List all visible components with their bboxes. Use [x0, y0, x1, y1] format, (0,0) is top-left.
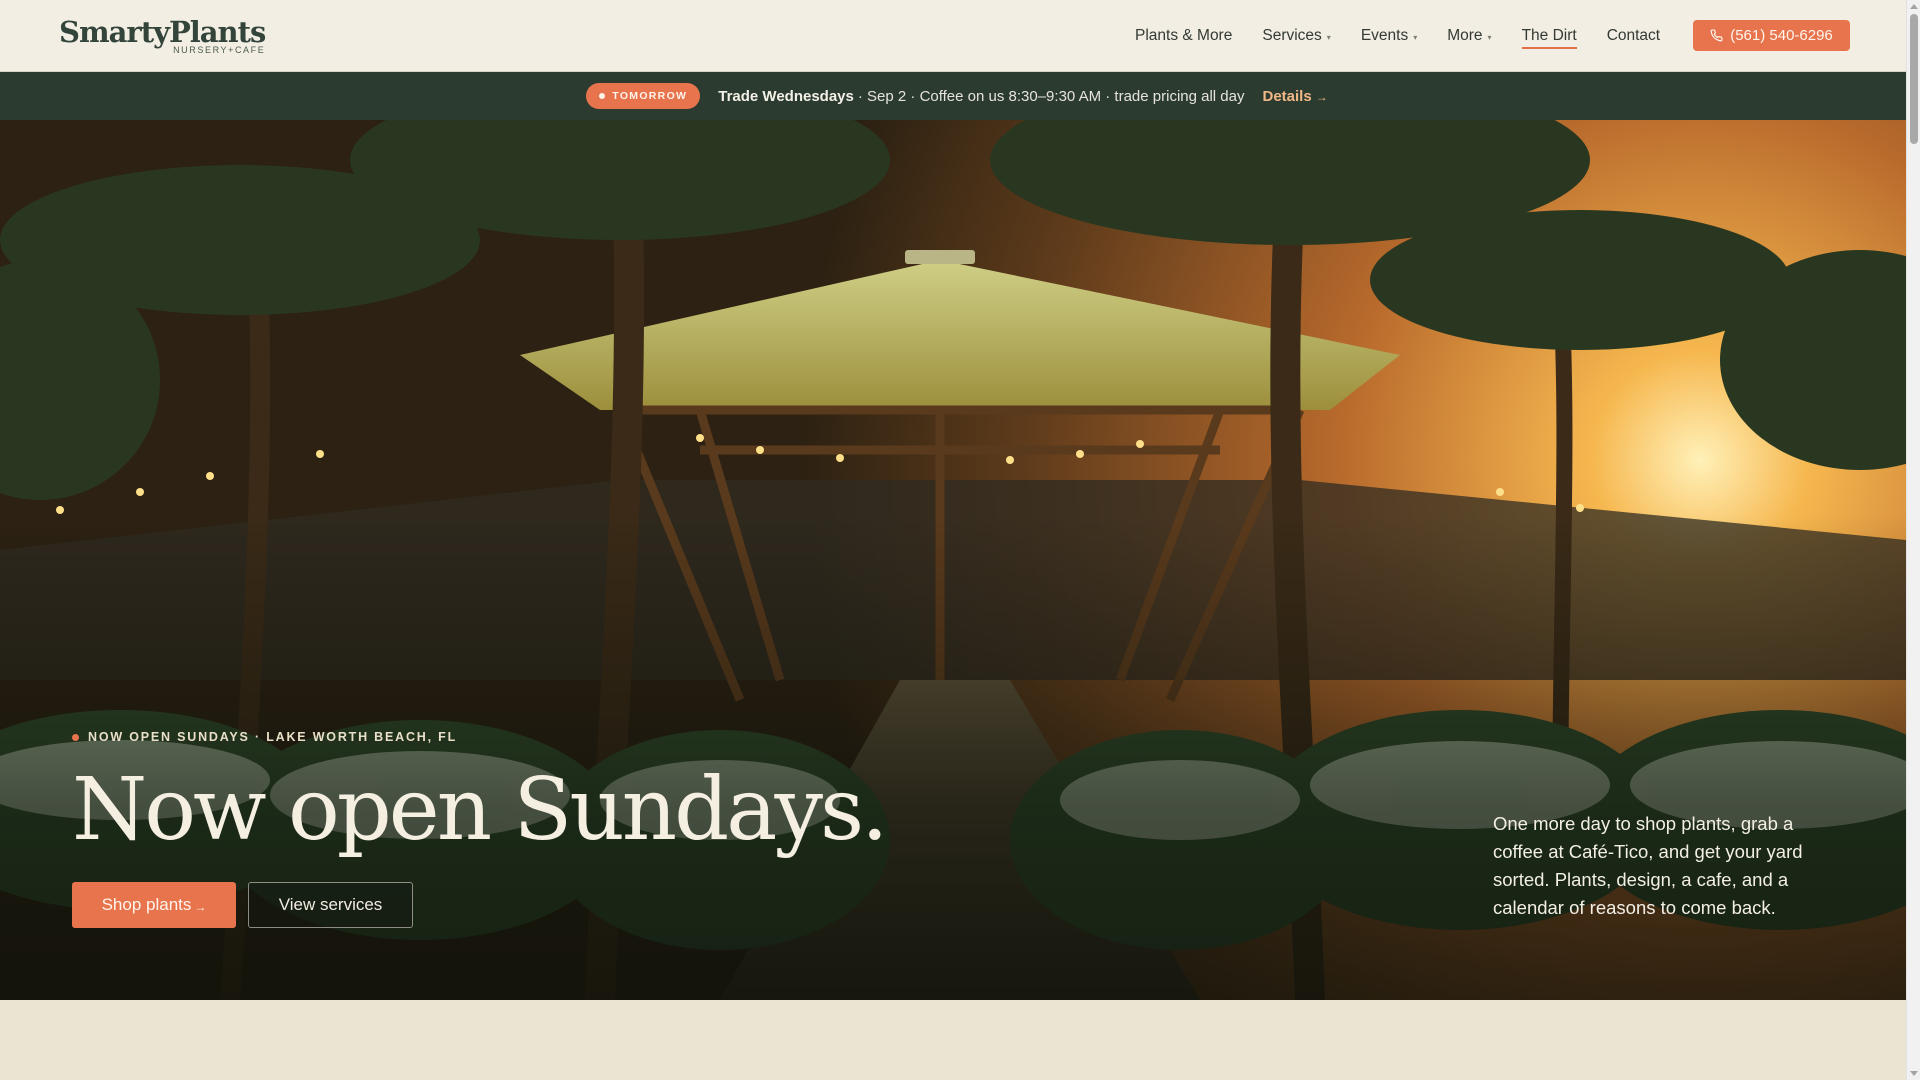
hero-eyebrow: NOW OPEN SUNDAYS · LAKE WORTH BEACH, FL [72, 730, 457, 744]
scroll-down-arrow-icon[interactable] [1910, 1071, 1918, 1076]
logo-wordmark: SmartyPlants [59, 15, 266, 49]
eyebrow-dot-icon [72, 733, 79, 741]
nav-plants-and-more[interactable]: Plants & More [1135, 27, 1232, 45]
scrollbar-thumb[interactable] [1910, 14, 1918, 144]
hero-eyebrow-text: NOW OPEN SUNDAYS · LAKE WORTH BEACH, FL [88, 730, 458, 744]
announcement-text: · Sep 2 · Coffee on us 8:30–9:30 AM · tr… [857, 87, 1245, 105]
nav-services-label: Services [1262, 27, 1322, 44]
arrow-right-icon: → [194, 900, 207, 914]
chevron-down-icon: ▾ [1326, 32, 1331, 42]
announcement-bar: TOMORROW Trade Wednesdays · Sep 2 · Coff… [0, 72, 1906, 120]
tomorrow-badge-label: TOMORROW [612, 90, 688, 102]
nav-contact-label: Contact [1606, 27, 1661, 44]
shop-plants-button[interactable]: Shop plants → [72, 882, 236, 928]
nav-more-label: More [1447, 27, 1483, 44]
shop-plants-label: Shop plants [101, 895, 192, 914]
scroll-up-arrow-icon[interactable] [1910, 4, 1918, 9]
nav-contact[interactable]: Contact [1607, 27, 1660, 45]
arrow-right-icon: → [1315, 89, 1328, 104]
main-nav: Plants & More Services ▾ Events ▾ More ▾… [1135, 0, 1690, 72]
view-services-label: View services [278, 895, 383, 914]
badge-dot-icon [599, 93, 606, 99]
nav-more[interactable]: More ▾ [1447, 27, 1491, 45]
announcement-details-link[interactable]: Details → [1263, 88, 1328, 105]
details-link-label: Details [1262, 87, 1312, 105]
page-scrollbar[interactable] [1906, 0, 1920, 1080]
tomorrow-badge: TOMORROW [586, 83, 701, 109]
phone-icon [1710, 29, 1723, 42]
site-header: SmartyPlants NURSERY+CAFE Plants & More … [0, 0, 1906, 72]
phone-button[interactable]: (561) 540-6296 [1693, 20, 1850, 51]
nav-services[interactable]: Services ▾ [1262, 27, 1330, 45]
chevron-down-icon: ▾ [1487, 32, 1492, 42]
chevron-down-icon: ▾ [1413, 32, 1418, 42]
hero-section: NOW OPEN SUNDAYS · LAKE WORTH BEACH, FL … [0, 120, 1906, 1000]
hero-description: One more day to shop plants, grab a coff… [1493, 813, 1803, 918]
nav-events[interactable]: Events ▾ [1361, 27, 1417, 45]
nav-the-dirt[interactable]: The Dirt [1521, 27, 1577, 49]
logo-link[interactable]: SmartyPlants NURSERY+CAFE [59, 15, 266, 55]
announcement-title: Trade Wednesdays [718, 87, 854, 105]
nav-plants-and-more-label: Plants & More [1135, 27, 1233, 44]
logo-subtext: NURSERY+CAFE [173, 45, 266, 55]
nav-the-dirt-label: The Dirt [1521, 27, 1577, 44]
hero-title: Now open Sundays. [72, 760, 888, 860]
view-services-button[interactable]: View services [248, 882, 413, 928]
phone-number: (561) 540-6296 [1730, 27, 1833, 44]
nav-events-label: Events [1360, 27, 1409, 44]
